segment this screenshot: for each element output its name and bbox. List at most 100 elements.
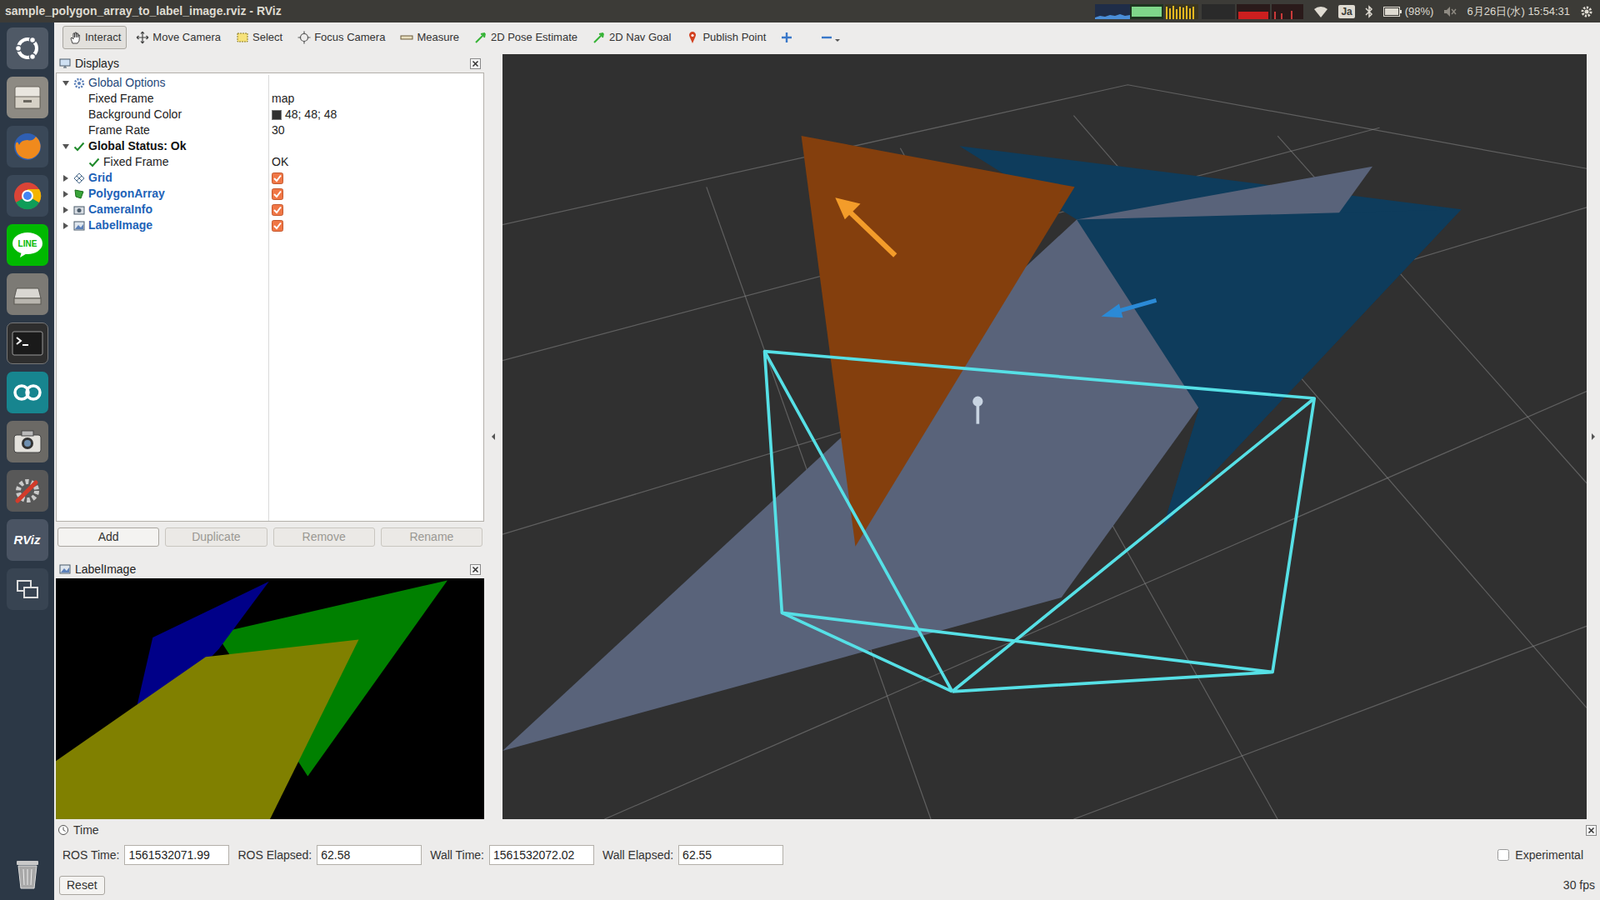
- tree-row-value[interactable]: 30: [271, 122, 285, 139]
- workspace-switcher-button[interactable]: [6, 568, 49, 610]
- expanded-arrow-icon[interactable]: [61, 142, 70, 151]
- time-value-input[interactable]: 1561532071.99: [124, 845, 230, 865]
- tool-button[interactable]: 2D Pose Estimate: [468, 25, 584, 50]
- time-value-input[interactable]: 62.58: [316, 845, 422, 865]
- tool-button[interactable]: Select: [230, 25, 289, 50]
- time-field: ROS Time:1561532071.99: [62, 845, 230, 865]
- tool-button[interactable]: Publish Point: [680, 25, 772, 50]
- disk-button[interactable]: [6, 273, 49, 315]
- 3d-view[interactable]: [502, 54, 1587, 820]
- tree-row-value[interactable]: map: [271, 90, 295, 107]
- tool-button[interactable]: Move Camera: [130, 25, 227, 50]
- settings-button[interactable]: [6, 470, 49, 512]
- panel-button[interactable]: Duplicate: [165, 527, 267, 547]
- collapse-right-icon[interactable]: [1590, 432, 1596, 441]
- displays-panel: Displays Global OptionsFixed FramemapBack…: [55, 54, 485, 552]
- left-dock: Displays Global OptionsFixed FramemapBack…: [55, 54, 485, 820]
- close-displays-icon[interactable]: [470, 58, 481, 70]
- add-tool-icon[interactable]: [780, 30, 794, 45]
- left-splitter[interactable]: [484, 54, 503, 820]
- camera-button[interactable]: [6, 420, 49, 463]
- files-button[interactable]: [6, 76, 49, 119]
- arduino-button[interactable]: [6, 371, 49, 414]
- tree-row[interactable]: Fixed FrameOK: [56, 154, 484, 170]
- panel-button[interactable]: Remove: [273, 527, 375, 547]
- volume-icon[interactable]: [1443, 5, 1457, 18]
- terminal-button[interactable]: [6, 322, 49, 365]
- tool-button[interactable]: Measure: [394, 25, 465, 50]
- panel-button[interactable]: Rename: [380, 527, 483, 547]
- tree-row[interactable]: PolygonArray: [56, 185, 484, 202]
- collapsed-arrow-icon[interactable]: [61, 221, 70, 230]
- experimental-checkbox[interactable]: [1497, 849, 1510, 861]
- file-drawer-icon: [11, 81, 44, 114]
- dash-button[interactable]: [6, 27, 49, 70]
- tree-row-label: Grid: [88, 170, 113, 186]
- remove-tool-icon[interactable]: [820, 30, 844, 45]
- trash-button[interactable]: [6, 851, 49, 894]
- tree-row[interactable]: Global Options: [56, 75, 484, 91]
- tree-row[interactable]: Grid: [56, 170, 484, 186]
- battery-indicator[interactable]: (98%): [1383, 3, 1435, 20]
- tool-button[interactable]: Focus Camera: [291, 25, 391, 50]
- close-label-image-icon[interactable]: [470, 564, 481, 575]
- displays-buttons: AddDuplicate RemoveRename: [55, 521, 485, 552]
- display-enabled-checkbox[interactable]: [271, 172, 284, 185]
- wifi-icon[interactable]: [1313, 5, 1329, 19]
- expanded-arrow-icon[interactable]: [61, 79, 70, 88]
- bluetooth-icon[interactable]: [1365, 5, 1374, 19]
- tree-row-label: Background Color: [88, 106, 182, 123]
- panel-header: Displays: [55, 54, 485, 73]
- tool-button[interactable]: 2D Nav Goal: [586, 25, 677, 50]
- firefox-button[interactable]: [6, 125, 49, 168]
- focus-camera-icon: [297, 30, 311, 45]
- tree-row-label: LabelImage: [88, 217, 153, 234]
- tree-row[interactable]: Frame Rate30: [56, 122, 484, 139]
- display-enabled-checkbox[interactable]: [271, 220, 284, 232]
- tree-row[interactable]: Background Color 48; 48; 48: [56, 106, 484, 123]
- collapsed-arrow-icon[interactable]: [61, 205, 70, 215]
- camera-info-icon: [73, 204, 85, 216]
- settings-icon: [10, 474, 45, 508]
- tool-button[interactable]: Interact: [62, 25, 127, 50]
- collapsed-arrow-icon[interactable]: [61, 190, 70, 199]
- display-enabled-checkbox[interactable]: [271, 188, 284, 200]
- arduino-icon: [10, 380, 45, 405]
- collapse-left-icon[interactable]: [490, 432, 496, 441]
- tree-row[interactable]: Global Status: Ok: [56, 138, 484, 155]
- camera-icon: [11, 427, 44, 456]
- tree-row-value[interactable]: 48; 48; 48: [285, 106, 337, 123]
- panel-button[interactable]: Add: [57, 527, 160, 547]
- tree-row[interactable]: Fixed Framemap: [56, 90, 484, 107]
- collapsed-arrow-icon[interactable]: [61, 174, 70, 183]
- tree-row-label: Global Status: Ok: [88, 138, 186, 155]
- ok-check-icon: [73, 140, 85, 153]
- line-button[interactable]: LINE: [6, 224, 49, 266]
- right-splitter[interactable]: [1586, 54, 1600, 820]
- system-gear-icon[interactable]: [1580, 5, 1594, 19]
- time-field: ROS Elapsed:62.58: [237, 845, 422, 865]
- display-enabled-checkbox[interactable]: [271, 204, 284, 216]
- color-swatch[interactable]: [271, 110, 282, 120]
- desktop: sample_polygon_array_to_label_image.rviz…: [0, 0, 1600, 900]
- time-field: Wall Time:1561532072.02: [430, 845, 595, 865]
- close-time-icon[interactable]: [1585, 825, 1597, 836]
- clock[interactable]: 6月26日(水) 15:54:31: [1466, 3, 1570, 20]
- battery-icon: [1383, 6, 1402, 17]
- tree-row-value[interactable]: OK: [271, 154, 289, 170]
- reset-button[interactable]: Reset: [59, 875, 105, 895]
- rviz-button[interactable]: RViz: [6, 519, 49, 561]
- tree-row[interactable]: LabelImage: [56, 217, 484, 234]
- time-value-input[interactable]: 62.55: [678, 845, 784, 865]
- workspace-icon: [12, 574, 43, 605]
- experimental-option[interactable]: Experimental: [1497, 846, 1584, 865]
- tree-row[interactable]: CameraInfo: [56, 201, 484, 218]
- tree-row-label: CameraInfo: [88, 201, 153, 218]
- grid-icon: [73, 172, 85, 185]
- launcher: LINE RViz: [0, 22, 55, 900]
- chrome-icon: [10, 179, 45, 213]
- chrome-button[interactable]: [6, 175, 49, 217]
- time-value-input[interactable]: 1561532072.02: [489, 845, 595, 865]
- label-image-panel: LabelImage: [55, 560, 485, 820]
- keyboard-indicator[interactable]: Ja: [1338, 5, 1355, 19]
